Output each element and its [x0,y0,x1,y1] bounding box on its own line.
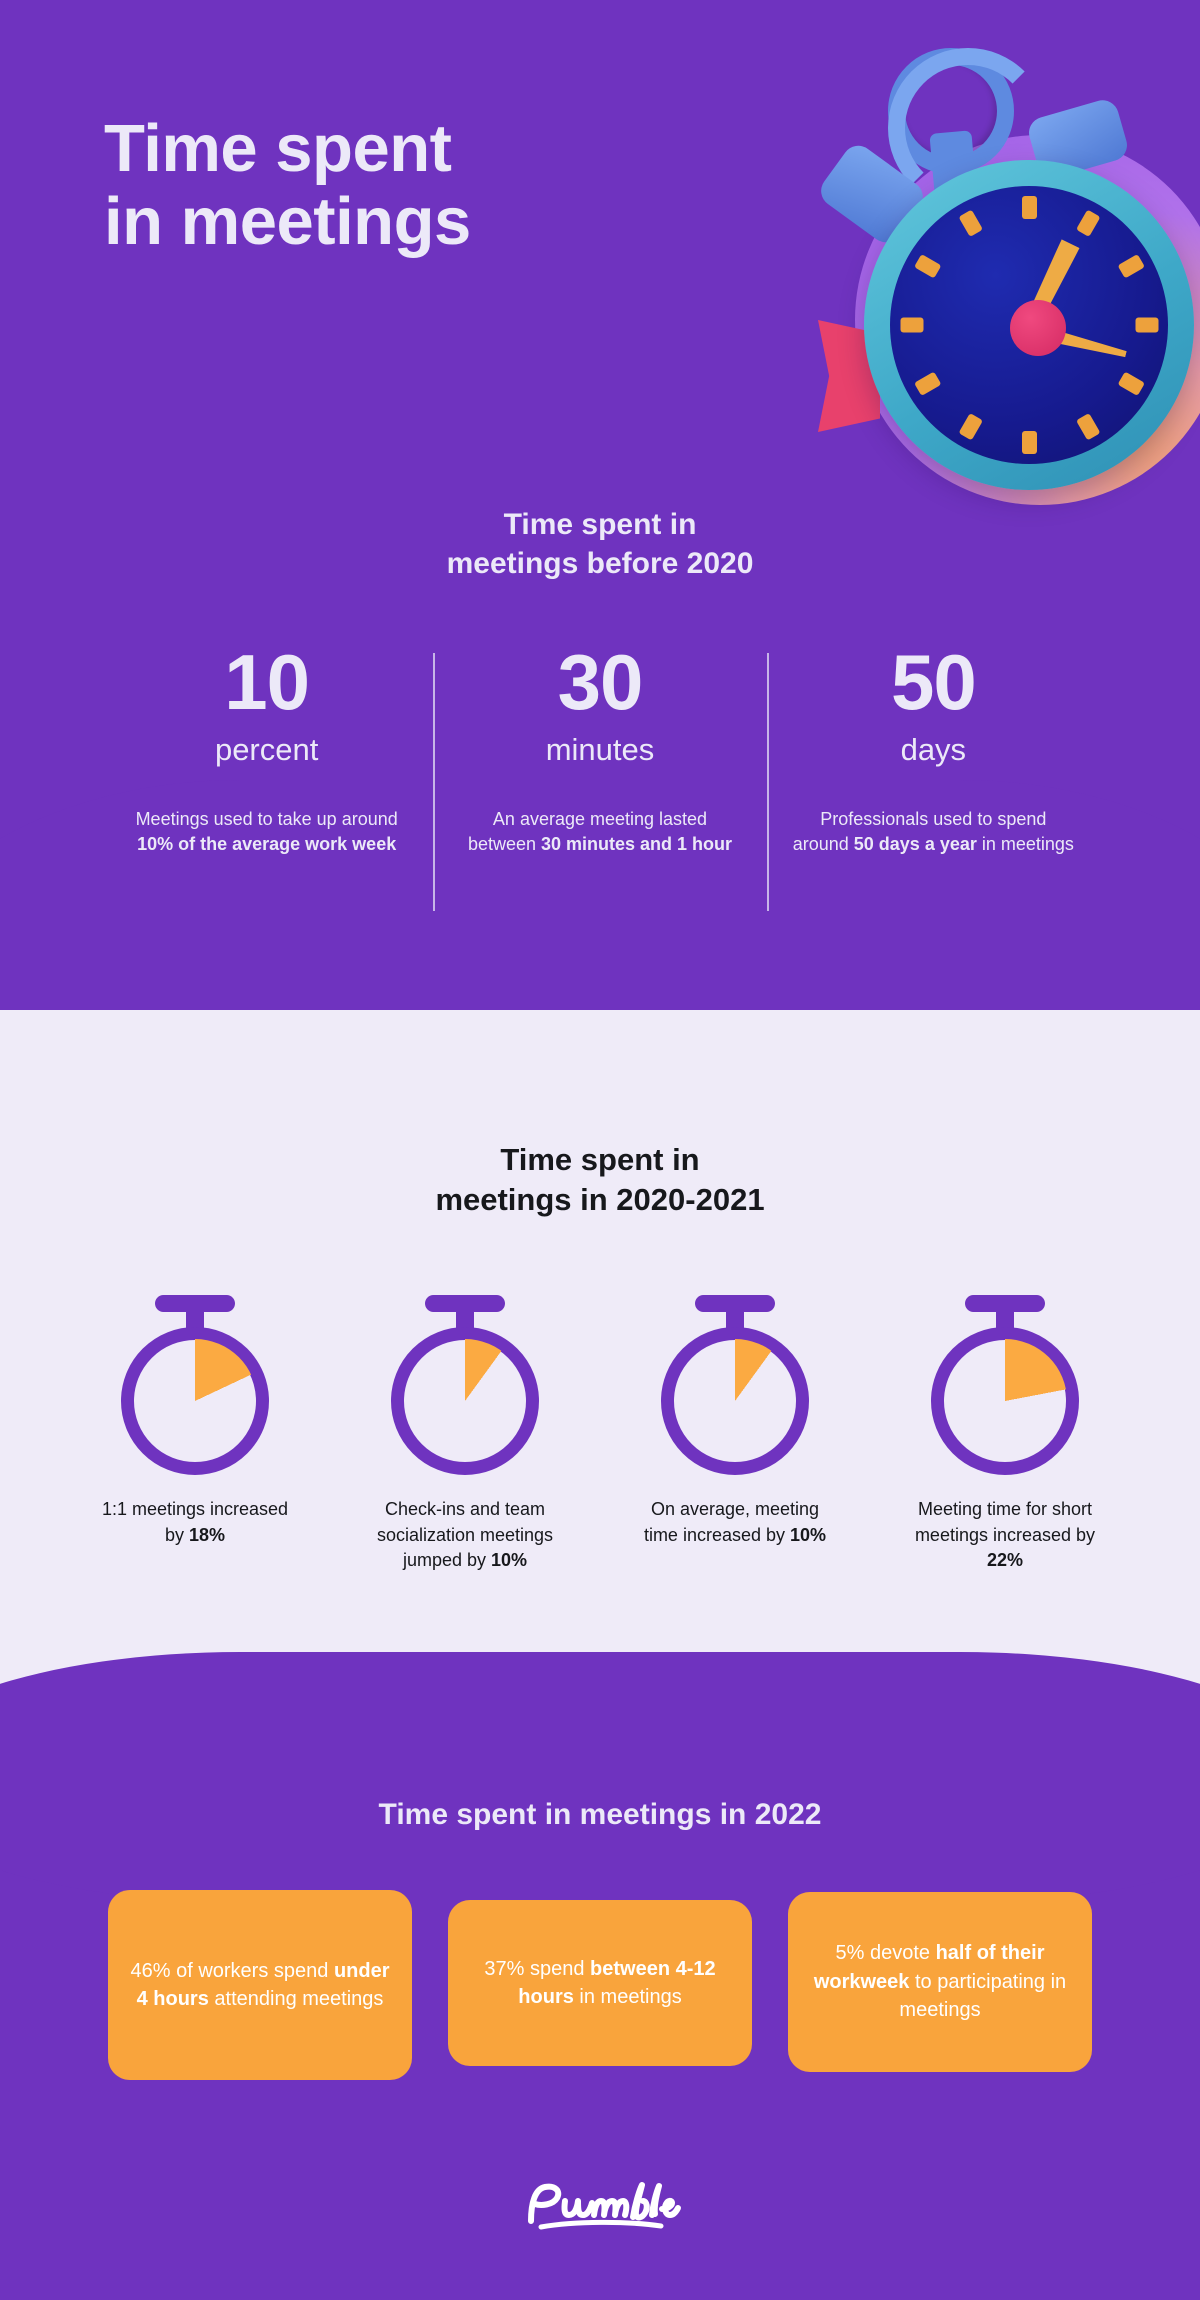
stat-desc-bold: 50 days a year [853,834,977,855]
pumble-wordmark-icon [528,2182,681,2230]
clock-center-pin-icon [1010,300,1066,356]
caption-bold: 22% [986,1550,1024,1571]
stat-description: Meetings used to take up around 10% of t… [126,807,407,858]
bottom-top-curve [0,1652,1200,1902]
clock-tick-icon [900,317,924,333]
clock-tick-icon [1076,413,1101,441]
stat-card-text: 37% spend between 4-12 hours in meetings [470,1955,730,2012]
page-title: Time spent in meetings [104,112,471,258]
stat-card-text: 5% devote half of their workweek to part… [810,1939,1070,2024]
stat-description: An average meeting lasted between 30 min… [459,807,740,858]
clock-tick-icon [1117,371,1145,396]
stat-number: 30 [557,638,644,726]
stopwatch-icon [102,1295,288,1475]
stopwatch-pie-slice [133,1339,257,1463]
stat-unit: minutes [545,731,655,767]
stopwatch-caption: Meeting time for short meetings increase… [910,1497,1100,1574]
clock-tick-icon [1022,196,1037,219]
caption-bold: 10% [790,1524,827,1545]
stopwatch-pie-slice [673,1339,797,1463]
stopwatch-pie-slice [403,1339,527,1463]
hero-section: Time spent in meetings Time spent in mee… [0,0,1200,1010]
page-title-line-2: in meetings [104,184,471,260]
card-pre: 5% devote [835,1942,936,1965]
stopwatch-icon [372,1295,558,1475]
stat-card: 5% devote half of their workweek to part… [788,1892,1092,2072]
stopwatch-caption: Check-ins and team socialization meeting… [370,1497,560,1574]
stat-desc-bold: 30 minutes and 1 hour [541,834,733,855]
stat-desc-post: in meetings [976,834,1074,855]
cards-row: 46% of workers spend under 4 hours atten… [108,1890,1092,2080]
stopwatch-pie-slice [943,1339,1067,1463]
page-title-line-1: Time spent [104,111,452,186]
card-post: attending meetings [208,1988,384,2010]
hero-subheading-line-1: Time spent in [503,508,697,541]
stopwatch-icon [912,1295,1098,1475]
stat-item: 50 days Professionals used to spend arou… [766,638,1100,911]
clock-tick-icon [1022,431,1037,454]
card-pre: 37% spend [484,1957,591,1980]
mid-section-title: Time spent in meetings in 2020-2021 [0,1140,1200,1221]
clock-tick-icon [914,254,942,279]
hero-subheading: Time spent in meetings before 2020 [0,505,1200,583]
stopwatch-item: Meeting time for short meetings increase… [870,1295,1140,1574]
stopwatch-item: Check-ins and team socialization meeting… [330,1295,600,1574]
card-post: in meetings [573,1986,682,2008]
stat-number: 50 [890,638,977,726]
stat-item: 30 minutes An average meeting lasted bet… [433,638,766,911]
stat-desc-pre: Meetings used to take up around [135,808,398,829]
card-pre: 46% of workers spend [130,1959,334,1982]
clock-tick-icon [1076,209,1101,237]
stat-desc-bold: 10% of the average work week [137,834,397,855]
mid-title-line-1: Time spent in [500,1142,700,1177]
stopwatch-row: 1:1 meetings increased by 18% Check-ins … [60,1295,1140,1574]
stopwatch-caption: 1:1 meetings increased by 18% [100,1497,290,1548]
stat-item: 10 percent Meetings used to take up arou… [100,638,433,858]
clock-tick-icon [914,371,942,396]
mid-title-line-2: meetings in 2020-2021 [435,1182,765,1218]
stopwatch-item: On average, meeting time increased by 10… [600,1295,870,1574]
hero-subheading-line-2: meetings before 2020 [446,547,754,580]
clock-tick-icon [958,209,983,237]
stat-description: Professionals used to spend around 50 da… [793,807,1074,858]
stopwatch-icon [642,1295,828,1475]
stat-unit: days [900,731,967,767]
stopwatch-illustration [760,20,1200,540]
stat-number: 10 [224,638,310,726]
bottom-section-title: Time spent in meetings in 2022 [378,1798,822,1831]
stopwatch-caption: On average, meeting time increased by 10… [640,1497,830,1548]
stopwatch-face [890,186,1168,464]
stat-card: 37% spend between 4-12 hours in meetings [448,1900,752,2066]
stat-unit: percent [214,731,319,767]
clock-tick-icon [1117,254,1145,279]
clock-tick-icon [1135,317,1159,333]
pumble-logo [0,2175,1200,2242]
stats-row: 10 percent Meetings used to take up arou… [100,638,1100,911]
stat-card-text: 46% of workers spend under 4 hours atten… [130,1957,390,2014]
clock-tick-icon [958,413,983,441]
caption-pre: Meeting time for short meetings increase… [914,1499,1096,1545]
caption-bold: 10% [491,1550,528,1571]
card-post: to participating in meetings [899,1970,1067,2022]
stopwatch-bezel [864,160,1194,490]
stopwatch-item: 1:1 meetings increased by 18% [60,1295,330,1574]
caption-bold: 18% [188,1524,226,1545]
stat-card: 46% of workers spend under 4 hours atten… [108,1890,412,2080]
